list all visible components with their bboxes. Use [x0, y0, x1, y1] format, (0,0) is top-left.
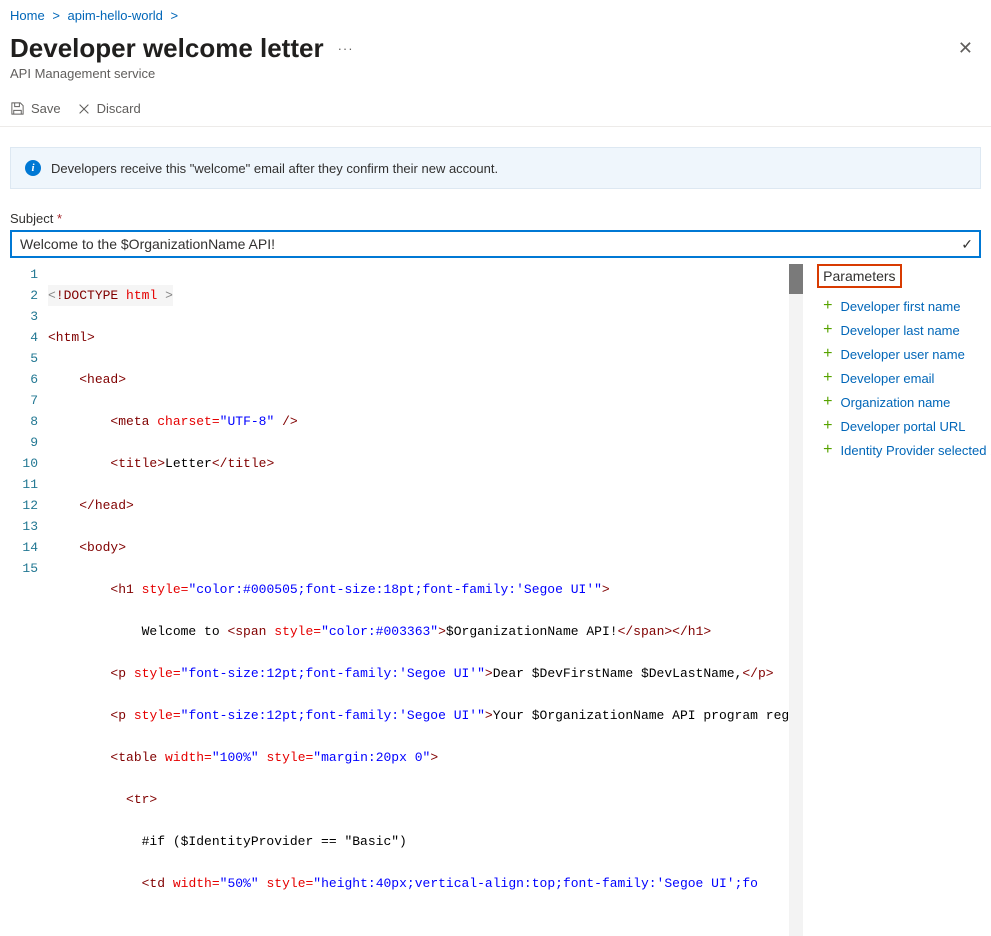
discard-label: Discard — [97, 101, 141, 116]
parameters-panel: Parameters +Developer first name +Develo… — [811, 264, 991, 936]
scrollbar-thumb[interactable] — [789, 264, 803, 294]
more-menu-icon[interactable]: ··· — [338, 41, 354, 56]
breadcrumb: Home > apim-hello-world > — [0, 0, 991, 27]
param-organization-name[interactable]: +Organization name — [817, 390, 991, 414]
breadcrumb-home[interactable]: Home — [10, 8, 45, 23]
code-editor[interactable]: 123456789101112131415 <!DOCTYPE html > <… — [10, 264, 803, 936]
subject-input[interactable]: Welcome to the $OrganizationName API! ✓ — [10, 230, 981, 258]
code-content[interactable]: <!DOCTYPE html > <html> <head> <meta cha… — [48, 264, 789, 936]
chevron-right-icon: > — [171, 8, 179, 23]
param-developer-email[interactable]: +Developer email — [817, 366, 991, 390]
plus-icon: + — [823, 321, 832, 339]
page-subtitle: API Management service — [0, 66, 991, 93]
editor-scrollbar[interactable] — [789, 264, 803, 936]
parameters-heading: Parameters — [817, 264, 901, 288]
save-button[interactable]: Save — [10, 101, 61, 116]
param-developer-portal-url[interactable]: +Developer portal URL — [817, 414, 991, 438]
discard-button[interactable]: Discard — [77, 101, 141, 116]
param-developer-last-name[interactable]: +Developer last name — [817, 318, 991, 342]
close-icon[interactable]: ✕ — [950, 34, 981, 63]
plus-icon: + — [823, 441, 832, 459]
toolbar: Save Discard — [0, 93, 991, 127]
plus-icon: + — [823, 297, 832, 315]
checkmark-icon: ✓ — [961, 236, 973, 253]
info-banner: i Developers receive this "welcome" emai… — [10, 147, 981, 189]
chevron-right-icon: > — [52, 8, 60, 23]
subject-label: Subject * — [0, 205, 991, 230]
info-text: Developers receive this "welcome" email … — [51, 161, 498, 176]
breadcrumb-service[interactable]: apim-hello-world — [68, 8, 163, 23]
param-developer-first-name[interactable]: +Developer first name — [817, 294, 991, 318]
plus-icon: + — [823, 369, 832, 387]
save-label: Save — [31, 101, 61, 116]
discard-icon — [77, 102, 91, 116]
page-title: Developer welcome letter — [10, 33, 324, 64]
plus-icon: + — [823, 417, 832, 435]
param-developer-user-name[interactable]: +Developer user name — [817, 342, 991, 366]
line-gutter: 123456789101112131415 — [10, 264, 48, 936]
subject-value: Welcome to the $OrganizationName API! — [20, 236, 275, 252]
param-identity-provider[interactable]: +Identity Provider selected by Organizat… — [817, 438, 991, 462]
info-icon: i — [25, 160, 41, 176]
plus-icon: + — [823, 345, 832, 363]
save-icon — [10, 101, 25, 116]
plus-icon: + — [823, 393, 832, 411]
